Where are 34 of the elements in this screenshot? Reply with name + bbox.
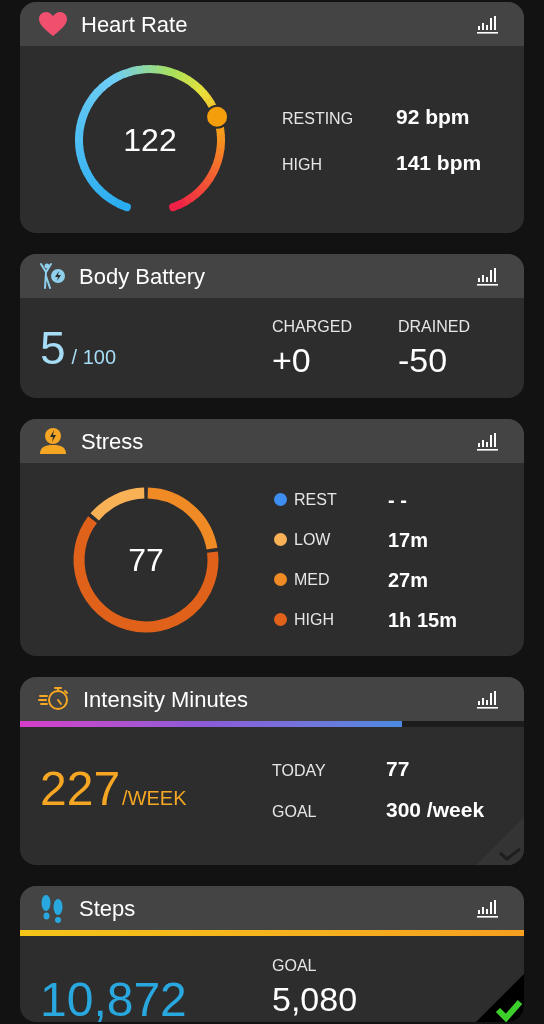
intensity-value: 227 — [40, 765, 121, 813]
stat-label: DRAINED — [398, 316, 471, 337]
stat-value: 141 bpm — [396, 149, 482, 176]
legend-label: MED — [294, 569, 331, 590]
card-title: Steps — [79, 894, 137, 923]
stat-label: GOAL — [272, 802, 318, 822]
legend-label: REST — [294, 489, 338, 510]
stat-value: 5,080 — [272, 979, 358, 1020]
stat-label: RESTING — [282, 109, 355, 129]
intensity-unit: /WEEK — [122, 786, 187, 811]
card-title: Stress — [81, 427, 145, 456]
battery-unit: / 100 — [71, 344, 117, 370]
stat-label: CHARGED — [272, 316, 353, 337]
stat-value: 77 — [386, 755, 410, 782]
stat-label: GOAL — [272, 956, 318, 976]
stat-value: -50 — [398, 339, 449, 381]
card-title: Heart Rate — [81, 10, 189, 39]
stress-value: 77 — [128, 543, 164, 576]
steps-value: 10,872 — [40, 973, 187, 1022]
battery-value: 5 — [40, 324, 66, 371]
legend-value: 17m — [388, 527, 429, 553]
stat-value: 92 bpm — [396, 104, 470, 130]
legend-label: LOW — [294, 529, 332, 550]
stat-value: 300 /week — [386, 797, 485, 823]
heart-rate-value: 122 — [123, 123, 177, 156]
legend-label: HIGH — [294, 609, 335, 630]
legend-value: 1h 15m — [388, 607, 457, 633]
stat-label: TODAY — [272, 760, 327, 781]
card-title: Intensity Minutes — [83, 685, 250, 714]
stat-value: +0 — [272, 339, 312, 381]
card-title: Body Battery — [79, 262, 206, 291]
legend-value: 27m — [388, 567, 429, 593]
stat-label: HIGH — [282, 154, 323, 175]
legend-value: - - — [388, 487, 407, 513]
